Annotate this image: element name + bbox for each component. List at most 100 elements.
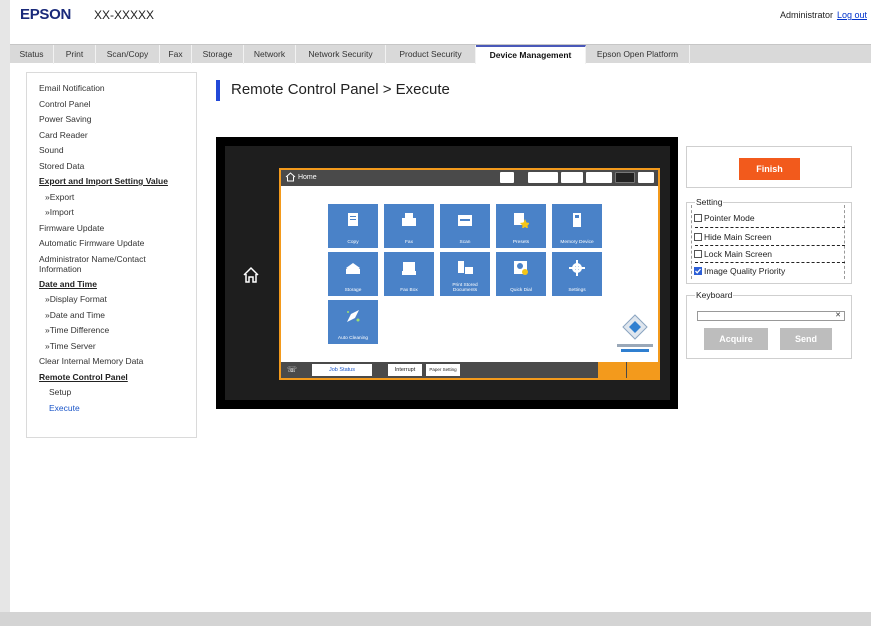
sidebar-item-export-import[interactable]: Export and Import Setting Value (39, 174, 196, 190)
tab-storage[interactable]: Storage (192, 45, 244, 64)
sidebar-item-control-panel[interactable]: Control Panel (39, 97, 196, 113)
finish-panel: Finish (686, 146, 852, 188)
sidebar-item-import[interactable]: »Import (39, 205, 196, 221)
option-image-quality-priority[interactable]: Image Quality Priority (694, 266, 785, 276)
tile-copy[interactable]: Copy (328, 204, 378, 248)
memory-device-icon (573, 213, 581, 227)
job-status-button[interactable]: Job Status (312, 364, 372, 376)
network-icon[interactable] (561, 172, 583, 183)
user-name: Administrator (779, 10, 833, 20)
sidebar-item-date-and-time[interactable]: Date and Time (39, 277, 196, 293)
setting-title: Setting (695, 197, 724, 207)
divider (695, 245, 845, 246)
tile-auto-cleaning[interactable]: Auto Cleaning (328, 300, 378, 344)
send-button[interactable]: Send (780, 328, 832, 350)
panel-home-label: Home (297, 174, 317, 181)
tile-presets[interactable]: Presets (496, 204, 546, 248)
sidebar-item-display-format[interactable]: »Display Format (39, 292, 196, 308)
phone-icon[interactable]: ☏ (285, 364, 299, 376)
panel-home-button[interactable]: Home (285, 172, 325, 184)
hide-main-screen-checkbox[interactable] (694, 233, 702, 241)
tile-label-print-stored: Print Stored Documents (452, 283, 478, 293)
tile-fax[interactable]: Fax (384, 204, 434, 248)
tile-settings[interactable]: Settings (552, 252, 602, 296)
stop-button[interactable] (598, 362, 626, 378)
print-stored-icon (458, 261, 473, 274)
sidebar-item-setup[interactable]: Setup (39, 385, 196, 401)
sidebar-item-clear-memory[interactable]: Clear Internal Memory Data (39, 354, 196, 370)
sidebar-item-stored-data[interactable]: Stored Data (39, 159, 196, 175)
precision-core-logo (617, 314, 653, 352)
help-icon[interactable] (638, 172, 654, 183)
tile-scan[interactable]: Scan (440, 204, 490, 248)
setting-group: Setting Pointer Mode Hide Main Screen Lo… (686, 197, 852, 284)
sidebar-item-time-difference[interactable]: »Time Difference (39, 323, 196, 339)
divider (695, 262, 845, 263)
wifi-off-icon[interactable] (586, 172, 612, 183)
tile-label-scan: Scan (459, 240, 471, 245)
keyboard-group: Keyboard ✕ Acquire Send (686, 290, 852, 359)
tab-network[interactable]: Network (244, 45, 296, 64)
pointer-mode-label: Pointer Mode (704, 213, 755, 223)
home-icon[interactable] (242, 266, 260, 284)
tile-label-fax: Fax (405, 240, 413, 245)
logout-link[interactable]: Log out (837, 10, 867, 20)
tab-scan-copy[interactable]: Scan/Copy (96, 45, 160, 64)
tab-fax[interactable]: Fax (160, 45, 192, 64)
tile-quick-dial[interactable]: Quick Dial (496, 252, 546, 296)
keyboard-input[interactable]: ✕ (697, 311, 845, 321)
memory-icon[interactable] (500, 172, 514, 183)
tile-label-quick-dial: Quick Dial (510, 288, 532, 293)
tile-memory-device[interactable]: Memory Device (552, 204, 602, 248)
option-hide-main-screen[interactable]: Hide Main Screen (694, 232, 772, 242)
tile-label-presets: Presets (512, 240, 530, 245)
panel-bottom-bar: ☏ Job Status Interrupt Paper Setting (281, 362, 658, 378)
pointer-mode-checkbox[interactable] (694, 214, 702, 222)
image-quality-priority-label: Image Quality Priority (704, 266, 786, 276)
lock-main-screen-checkbox[interactable] (694, 250, 702, 258)
keyboard-title: Keyboard (695, 290, 734, 300)
tab-product-security[interactable]: Product Security (386, 45, 476, 64)
panel-status-bar: Home (281, 170, 658, 186)
sidebar-item-remote-control-panel[interactable]: Remote Control Panel (39, 370, 196, 386)
sidebar-item-sound[interactable]: Sound (39, 143, 196, 159)
cancel-icon[interactable] (627, 362, 658, 378)
sidebar-item-auto-firmware-update[interactable]: Automatic Firmware Update (39, 236, 196, 252)
auto-cleaning-icon (347, 310, 360, 322)
paper-setting-button[interactable]: Paper Setting (426, 364, 460, 376)
sidebar-item-firmware-update[interactable]: Firmware Update (39, 221, 196, 237)
option-lock-main-screen[interactable]: Lock Main Screen (694, 249, 772, 259)
wifi-off-input-icon: ✕ (835, 312, 841, 319)
sleep-icon[interactable] (615, 172, 635, 183)
model-name: XX-XXXXX (94, 8, 155, 22)
option-pointer-mode[interactable]: Pointer Mode (694, 213, 755, 223)
finish-button[interactable]: Finish (739, 158, 800, 180)
acquire-button[interactable]: Acquire (704, 328, 768, 350)
sidebar-item-date-time-sub[interactable]: »Date and Time (39, 308, 196, 324)
tab-device-management[interactable]: Device Management (476, 45, 586, 64)
interrupt-button[interactable]: Interrupt (388, 364, 422, 376)
divider (695, 227, 845, 228)
tile-storage[interactable]: Storage (328, 252, 378, 296)
sidebar-item-card-reader[interactable]: Card Reader (39, 128, 196, 144)
tile-print-stored[interactable]: Print Stored Documents (440, 252, 490, 296)
tab-network-security[interactable]: Network Security (296, 45, 386, 64)
sidebar-item-power-saving[interactable]: Power Saving (39, 112, 196, 128)
ink-status-icon[interactable] (528, 172, 558, 183)
sidebar-item-admin-contact[interactable]: Administrator Name/Contact Information (39, 252, 189, 277)
brand-logo: EPSON (20, 6, 72, 23)
sidebar-item-execute[interactable]: Execute (39, 401, 196, 417)
tile-label-settings: Settings (568, 288, 586, 293)
tab-status[interactable]: Status (10, 45, 54, 64)
sidebar-item-export[interactable]: »Export (39, 190, 196, 206)
tab-print[interactable]: Print (54, 45, 96, 64)
tile-fax-box[interactable]: Fax Box (384, 252, 434, 296)
tab-epson-open-platform[interactable]: Epson Open Platform (586, 45, 690, 64)
image-quality-priority-checkbox[interactable] (694, 267, 702, 275)
sidebar-item-time-server[interactable]: »Time Server (39, 339, 196, 355)
quick-dial-icon (514, 261, 528, 275)
sidebar-item-email-notification[interactable]: Email Notification (39, 81, 196, 97)
hide-main-screen-label: Hide Main Screen (704, 232, 772, 242)
page-left-border (0, 0, 10, 626)
